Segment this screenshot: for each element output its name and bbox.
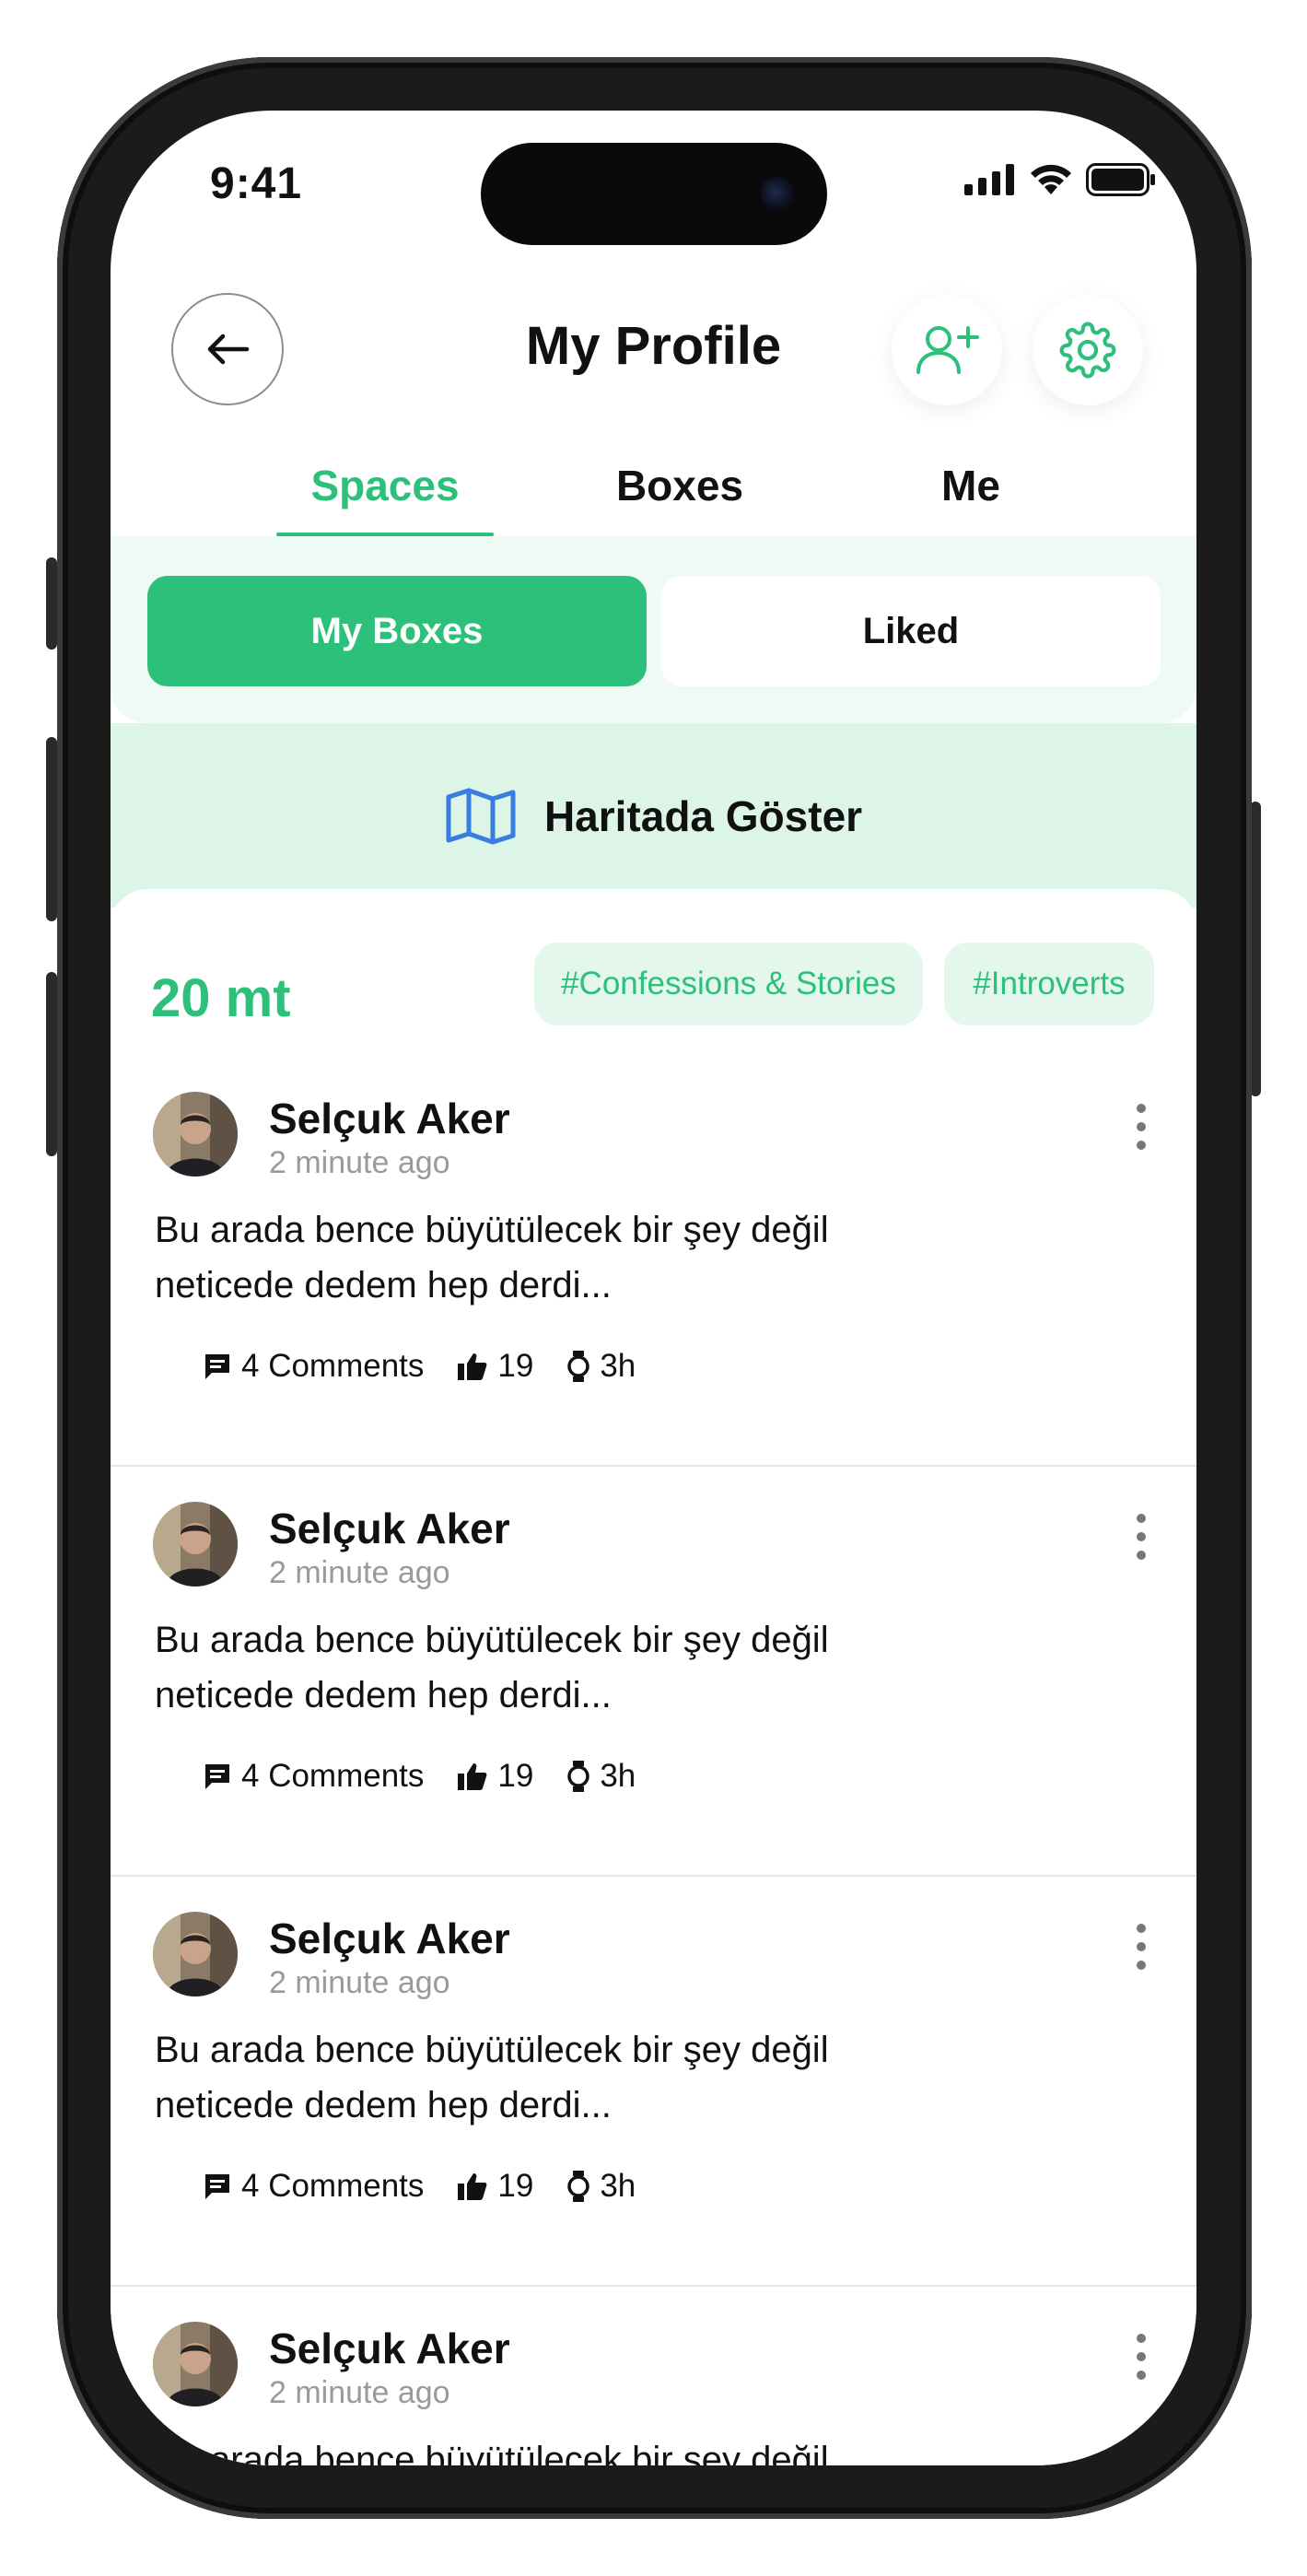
like-button[interactable]: 19	[457, 1758, 533, 1795]
liked-button[interactable]: Liked	[661, 576, 1161, 686]
post-text[interactable]: Bu arada bence büyütülecek bir şey değil	[155, 2432, 984, 2465]
post-time: 2 minute ago	[269, 2375, 450, 2410]
duration: 3h	[566, 1758, 636, 1795]
thumbs-up-icon	[458, 1353, 487, 1380]
tab-bar: Spaces Boxes Me	[111, 461, 1196, 534]
map-icon	[446, 788, 516, 845]
duration-value: 3h	[600, 2168, 636, 2204]
screen: 9:41 My Profile Spaces Boxes Me My Boxes…	[111, 111, 1196, 2465]
user-plus-icon	[916, 326, 979, 374]
wifi-icon	[1031, 164, 1071, 194]
arrow-left-icon	[207, 334, 250, 365]
my-boxes-button[interactable]: My Boxes	[147, 576, 647, 686]
distance-filter[interactable]: 20 mt	[151, 967, 291, 1029]
tab-me[interactable]: Me	[862, 461, 1079, 510]
post-meta: 4 Comments 19 3h	[203, 1348, 669, 1385]
feed: 20 mt #Confessions & Stories #Introverts…	[111, 889, 1196, 2465]
duration-value: 3h	[600, 1348, 636, 1384]
status-time: 9:41	[210, 159, 303, 208]
like-button[interactable]: 19	[457, 1348, 533, 1385]
post-card[interactable]: Selçuk Aker 2 minute ago Bu arada bence …	[111, 1465, 1196, 1877]
comment-icon	[205, 1354, 229, 1379]
comments-count: 4 Comments	[241, 1758, 425, 1794]
post-card[interactable]: Selçuk Aker 2 minute ago Bu arada bence …	[111, 1055, 1196, 1467]
likes-count: 19	[497, 1758, 534, 1794]
post-text[interactable]: Bu arada bence büyütülecek bir şey değil…	[155, 1612, 984, 1723]
post-meta: 4 Comments 19 3h	[203, 1758, 669, 1795]
comment-icon	[205, 1764, 229, 1789]
comments-button[interactable]: 4 Comments	[203, 1758, 424, 1795]
post-time: 2 minute ago	[269, 1145, 450, 1180]
more-vertical-icon[interactable]	[1132, 1509, 1150, 1564]
watch-icon	[567, 1761, 590, 1792]
post-author[interactable]: Selçuk Aker	[269, 2324, 510, 2373]
avatar[interactable]	[153, 1502, 238, 1587]
thumbs-up-icon	[458, 2173, 487, 2200]
volume-up-button	[46, 737, 57, 921]
battery-icon	[1086, 163, 1155, 196]
comments-button[interactable]: 4 Comments	[203, 1348, 424, 1385]
status-icons	[964, 163, 1158, 196]
likes-count: 19	[497, 2168, 534, 2204]
more-vertical-icon[interactable]	[1132, 2329, 1150, 2384]
action-button	[46, 557, 57, 650]
comments-button[interactable]: 4 Comments	[203, 2168, 424, 2205]
likes-count: 19	[497, 1348, 534, 1384]
duration: 3h	[566, 2168, 636, 2205]
post-time: 2 minute ago	[269, 1555, 450, 1590]
post-author[interactable]: Selçuk Aker	[269, 1504, 510, 1553]
post-text-line: neticede dedem hep derdi...	[155, 2085, 612, 2125]
more-vertical-icon[interactable]	[1132, 1919, 1150, 1974]
thumbs-up-icon	[458, 1763, 487, 1790]
post-text-line: Bu arada bence büyütülecek bir şey değil	[155, 2440, 829, 2465]
comments-count: 4 Comments	[241, 1348, 425, 1384]
show-on-map-label: Haritada Göster	[543, 792, 863, 840]
comment-icon	[205, 2174, 229, 2199]
post-text-line: neticede dedem hep derdi...	[155, 1675, 612, 1715]
more-vertical-icon[interactable]	[1132, 1099, 1150, 1154]
duration-value: 3h	[600, 1758, 636, 1794]
add-friend-button[interactable]	[892, 295, 1002, 405]
post-text[interactable]: Bu arada bence büyütülecek bir şey değil…	[155, 2022, 984, 2133]
tab-spaces[interactable]: Spaces	[276, 461, 494, 510]
post-author[interactable]: Selçuk Aker	[269, 1094, 510, 1143]
gear-icon	[1059, 322, 1116, 379]
dynamic-island	[481, 143, 827, 245]
tag-introverts[interactable]: #Introverts	[944, 943, 1154, 1025]
post-time: 2 minute ago	[269, 1965, 450, 2000]
post-author[interactable]: Selçuk Aker	[269, 1914, 510, 1963]
duration: 3h	[566, 1348, 636, 1385]
camera-icon	[761, 177, 794, 210]
volume-down-button	[46, 972, 57, 1156]
back-button[interactable]	[171, 293, 284, 405]
avatar[interactable]	[153, 1912, 238, 1996]
tag-confessions[interactable]: #Confessions & Stories	[534, 943, 923, 1025]
post-text-line: neticede dedem hep derdi...	[155, 1265, 612, 1306]
settings-button[interactable]	[1033, 295, 1143, 405]
segment-control: My Boxes Liked	[111, 536, 1196, 723]
show-on-map-button[interactable]: Haritada Göster	[111, 788, 1196, 845]
post-text-line: Bu arada bence büyütülecek bir şey değil	[155, 1620, 829, 1660]
post-meta: 4 Comments 19 3h	[203, 2168, 669, 2205]
comments-count: 4 Comments	[241, 2168, 425, 2204]
signal-icon	[964, 164, 1014, 195]
post-card[interactable]: Selçuk Aker 2 minute ago Bu arada bence …	[111, 1875, 1196, 2287]
avatar[interactable]	[153, 1092, 238, 1177]
watch-icon	[567, 1351, 590, 1382]
post-card[interactable]: Selçuk Aker 2 minute ago Bu arada bence …	[111, 2285, 1196, 2465]
post-text-line: Bu arada bence büyütülecek bir şey değil	[155, 1210, 829, 1250]
watch-icon	[567, 2171, 590, 2202]
post-text[interactable]: Bu arada bence büyütülecek bir şey değil…	[155, 1202, 984, 1313]
like-button[interactable]: 19	[457, 2168, 533, 2205]
post-text-line: Bu arada bence büyütülecek bir şey değil	[155, 2030, 829, 2070]
tab-boxes[interactable]: Boxes	[571, 461, 788, 510]
avatar[interactable]	[153, 2322, 238, 2406]
